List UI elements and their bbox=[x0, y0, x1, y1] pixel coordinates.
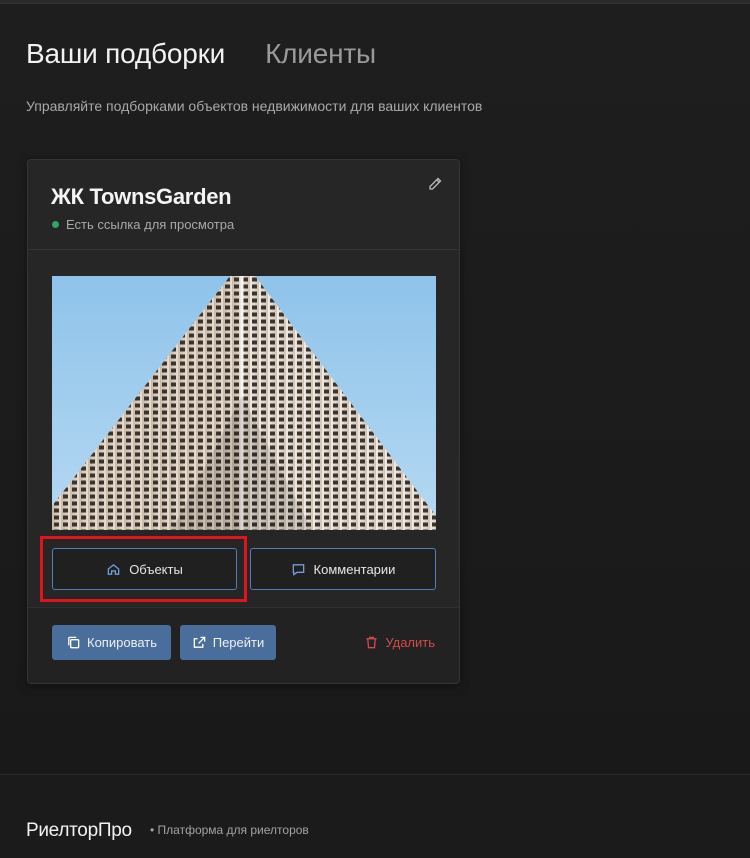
comments-button[interactable]: Комментарии bbox=[250, 548, 436, 590]
site-footer: РиелторПро • Платформа для риелторов bbox=[0, 774, 750, 858]
delete-label: Удалить bbox=[385, 635, 435, 650]
collection-card: ЖК TownsGarden Есть ссылка для просмотра bbox=[27, 159, 460, 684]
header-tabs: Ваши подборки Клиенты bbox=[26, 38, 376, 70]
open-label: Перейти bbox=[212, 635, 265, 650]
top-divider bbox=[0, 0, 750, 4]
footer-tagline: • Платформа для риелторов bbox=[150, 823, 309, 837]
card-footer: Копировать Перейти Удалить bbox=[28, 607, 459, 683]
copy-button[interactable]: Копировать bbox=[52, 625, 171, 660]
external-link-icon bbox=[193, 636, 206, 648]
status-text: Есть ссылка для просмотра bbox=[66, 217, 235, 232]
card-header: ЖК TownsGarden Есть ссылка для просмотра bbox=[28, 160, 459, 250]
pencil-icon[interactable] bbox=[427, 176, 443, 192]
comment-icon bbox=[292, 563, 304, 576]
delete-button[interactable]: Удалить bbox=[364, 625, 435, 660]
objects-button[interactable]: Объекты bbox=[52, 548, 237, 590]
trash-icon bbox=[366, 636, 378, 649]
page-subtitle: Управляйте подборками объектов недвижимо… bbox=[26, 98, 483, 114]
page: Ваши подборки Клиенты Управляйте подборк… bbox=[0, 0, 750, 858]
card-title: ЖК TownsGarden bbox=[51, 184, 232, 209]
footer-brand: РиелторПро bbox=[26, 820, 132, 841]
comments-label: Комментарии bbox=[313, 561, 396, 577]
objects-label: Объекты bbox=[129, 561, 183, 577]
home-icon bbox=[107, 563, 120, 575]
status-dot bbox=[52, 221, 59, 228]
tab-collections[interactable]: Ваши подборки bbox=[26, 38, 225, 70]
share-status: Есть ссылка для просмотра bbox=[52, 217, 234, 232]
open-button[interactable]: Перейти bbox=[180, 625, 276, 660]
tab-clients[interactable]: Клиенты bbox=[265, 38, 376, 70]
copy-icon bbox=[68, 636, 80, 649]
card-actions: Объекты Комментарии bbox=[52, 548, 436, 592]
copy-label: Копировать bbox=[87, 635, 157, 650]
building-photo bbox=[52, 276, 436, 530]
